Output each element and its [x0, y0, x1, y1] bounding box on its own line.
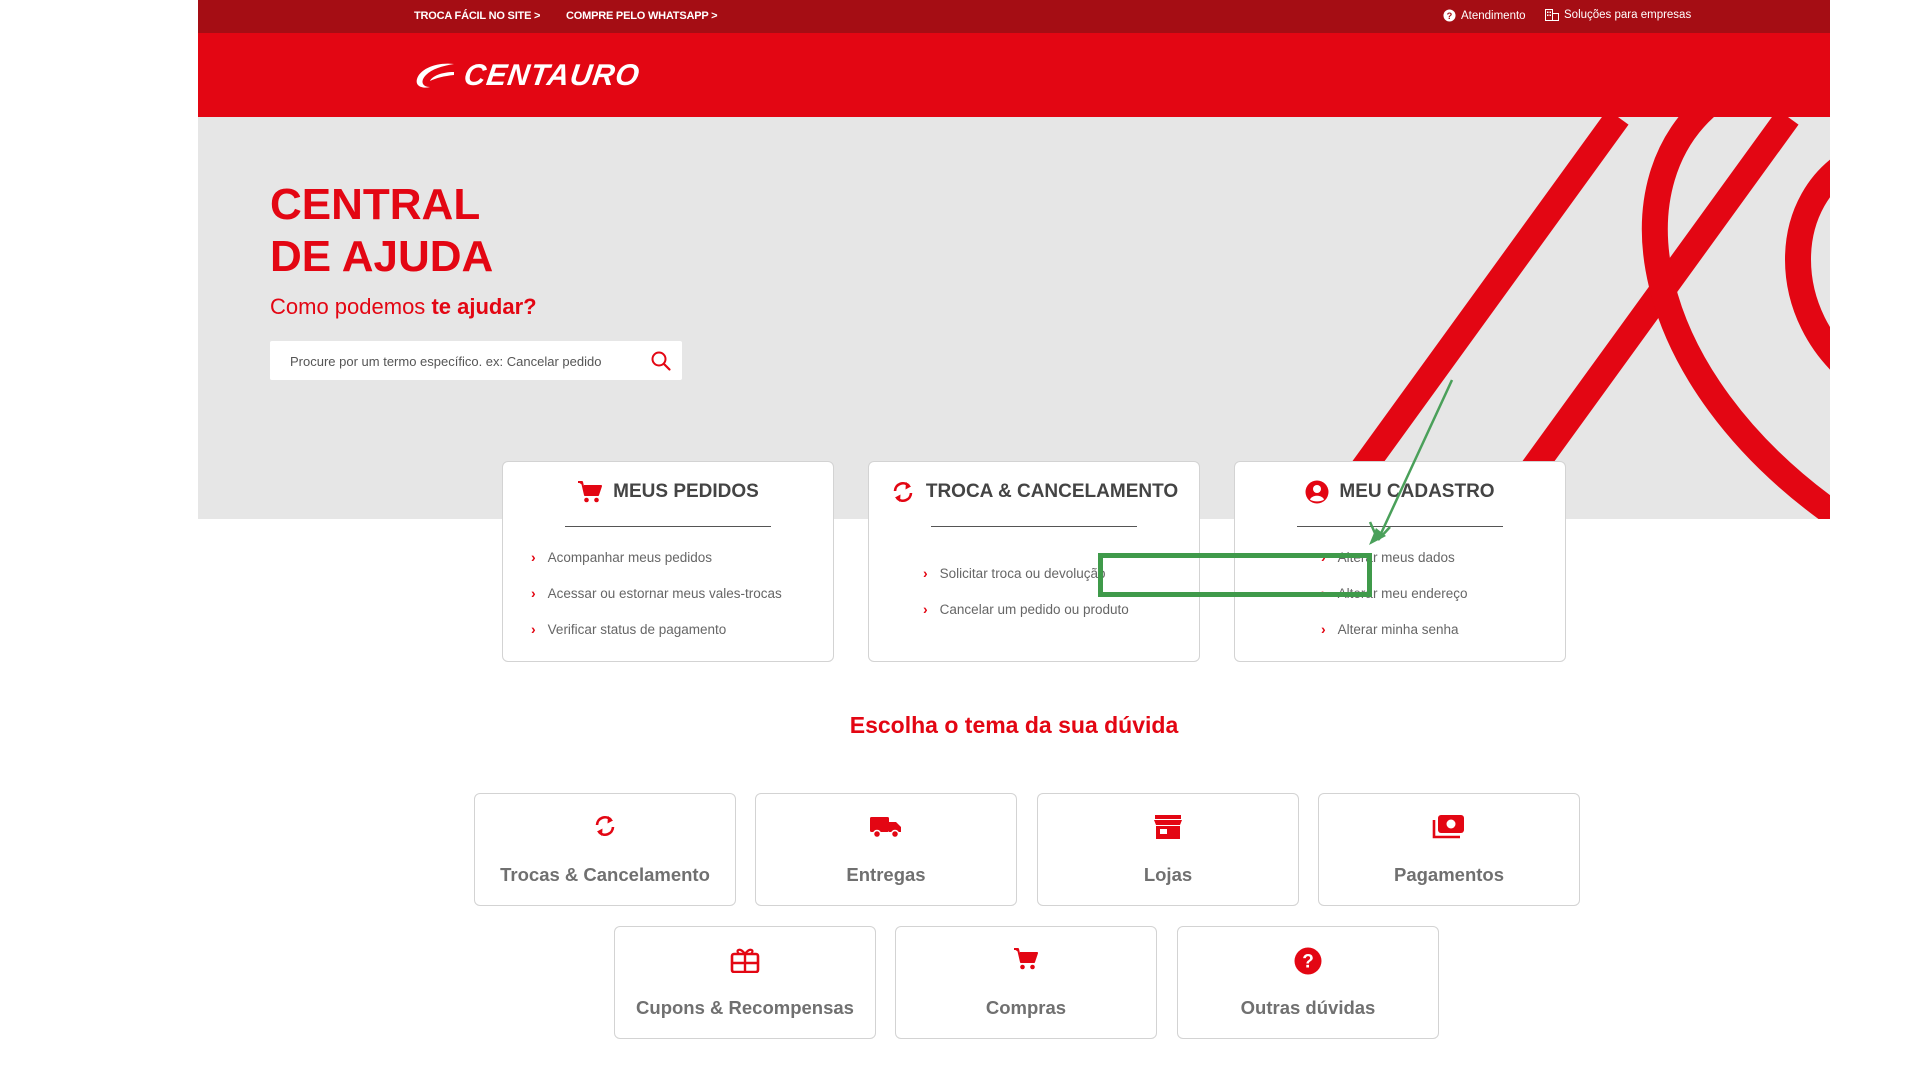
card-header: MEU CADASTRO: [1235, 480, 1565, 504]
topic-cupons-recompensas[interactable]: Cupons & Recompensas: [614, 926, 876, 1039]
chevron-right-icon: ›: [923, 601, 928, 617]
link-status-pagamento[interactable]: › Verificar status de pagamento: [531, 622, 782, 658]
svg-text:?: ?: [1447, 11, 1453, 21]
link-label: Acessar ou estornar meus vales-trocas: [547, 586, 782, 601]
top-bar: TROCA FÁCIL NO SITE > COMPRE PELO WHATSA…: [198, 0, 1830, 33]
whatsapp-link[interactable]: COMPRE PELO WHATSAPP >: [566, 10, 718, 22]
chevron-right-icon: ›: [531, 549, 536, 565]
card-title: TROCA & CANCELAMENTO: [925, 481, 1179, 502]
topic-entregas[interactable]: Entregas: [755, 793, 1017, 906]
topic-label: Pagamentos: [1393, 864, 1504, 885]
link-label: Cancelar um pedido ou produto: [939, 602, 1129, 617]
search-box: [270, 341, 682, 382]
chevron-right-icon: ›: [531, 585, 536, 601]
exchange-icon: [595, 816, 615, 836]
topic-trocas-cancelamento[interactable]: Trocas & Cancelamento: [474, 793, 736, 906]
topic-outras-duvidas[interactable]: ? Outras dúvidas: [1177, 926, 1439, 1039]
hero-banner: CENTRAL DE AJUDA Como podemos te ajudar?: [198, 117, 1830, 519]
topic-label: Entregas: [846, 864, 926, 885]
link-label: Solicitar troca ou devolução: [939, 566, 1106, 581]
card-links: › Acompanhar meus pedidos › Acessar ou est…: [531, 550, 782, 658]
topic-label: Trocas & Cancelamento: [500, 864, 710, 885]
link-label: Verificar status de pagamento: [547, 622, 727, 637]
topic-compras[interactable]: Compras: [895, 926, 1157, 1039]
divider: [1297, 526, 1503, 527]
chevron-right-icon: ›: [923, 565, 928, 581]
link-label: Alterar minha senha: [1337, 622, 1459, 637]
building-icon: [1545, 9, 1559, 21]
logo-text: CENTAURO: [461, 59, 643, 92]
payment-icon: [1432, 815, 1464, 839]
card-meus-pedidos: MEUS PEDIDOS › Acompanhar meus pedidos › A…: [502, 461, 834, 662]
topic-lojas[interactable]: Lojas: [1037, 793, 1299, 906]
solucoes-link[interactable]: Soluções para empresas: [1545, 9, 1691, 21]
solucoes-label: Soluções para empresas: [1564, 9, 1692, 21]
chevron-right-icon: ›: [1321, 621, 1326, 637]
atendimento-link[interactable]: ? Atendimento: [1443, 9, 1526, 22]
help-center-page: TROCA FÁCIL NO SITE > COMPRE PELO WHATSA…: [198, 0, 1830, 1080]
troca-facil-link[interactable]: TROCA FÁCIL NO SITE >: [414, 10, 540, 22]
divider: [565, 526, 771, 527]
highlight-box: [1098, 553, 1372, 597]
page-title: CENTRAL DE AJUDA: [270, 179, 493, 283]
question-icon: ?: [1294, 947, 1322, 975]
card-header: TROCA & CANCELAMENTO: [869, 480, 1199, 504]
search-icon[interactable]: [650, 350, 672, 372]
topics-title: Escolha o tema da sua dúvida: [849, 712, 1179, 738]
link-vales-trocas[interactable]: › Acessar ou estornar meus vales-trocas: [531, 586, 782, 622]
chevron-right-icon: ›: [531, 621, 536, 637]
store-icon: [1154, 815, 1182, 839]
topic-label: Lojas: [1143, 864, 1193, 885]
gift-icon: [730, 948, 760, 973]
centauro-logo[interactable]: CENTAURO: [414, 59, 643, 93]
link-acompanhar-pedidos[interactable]: › Acompanhar meus pedidos: [531, 550, 782, 586]
truck-icon: [870, 817, 901, 839]
topic-label: Outras dúvidas: [1240, 997, 1376, 1018]
topic-label: Compras: [985, 997, 1067, 1018]
subtitle-prefix: Como podemos: [270, 294, 426, 319]
title-line-2: DE AJUDA: [270, 232, 494, 281]
hero-subtitle: Como podemos te ajudar?: [270, 294, 537, 320]
centauro-swoosh-icon: [416, 63, 454, 88]
link-alterar-senha[interactable]: › Alterar minha senha: [1321, 622, 1468, 658]
divider: [931, 526, 1137, 527]
topic-label: Cupons & Recompensas: [636, 997, 854, 1018]
card-title: MEUS PEDIDOS: [613, 481, 759, 502]
exchange-icon: [893, 482, 913, 502]
link-cancelar-pedido[interactable]: › Cancelar um pedido ou produto: [923, 602, 1129, 638]
site-header: CENTAURO: [198, 33, 1830, 117]
topic-pagamentos[interactable]: Pagamentos: [1318, 793, 1580, 906]
user-icon: [1305, 480, 1329, 504]
link-label: Acompanhar meus pedidos: [547, 550, 713, 565]
cart-icon: [578, 481, 603, 503]
card-header: MEUS PEDIDOS: [503, 480, 833, 504]
title-line-1: CENTRAL: [270, 180, 481, 229]
help-circle-icon: ?: [1443, 9, 1456, 22]
atendimento-label: Atendimento: [1461, 9, 1526, 22]
svg-text:?: ?: [1302, 952, 1314, 973]
card-title: MEU CADASTRO: [1339, 481, 1495, 502]
cart-icon: [1014, 948, 1038, 970]
subtitle-bold: te ajudar?: [431, 294, 537, 319]
search-input[interactable]: [270, 341, 652, 382]
